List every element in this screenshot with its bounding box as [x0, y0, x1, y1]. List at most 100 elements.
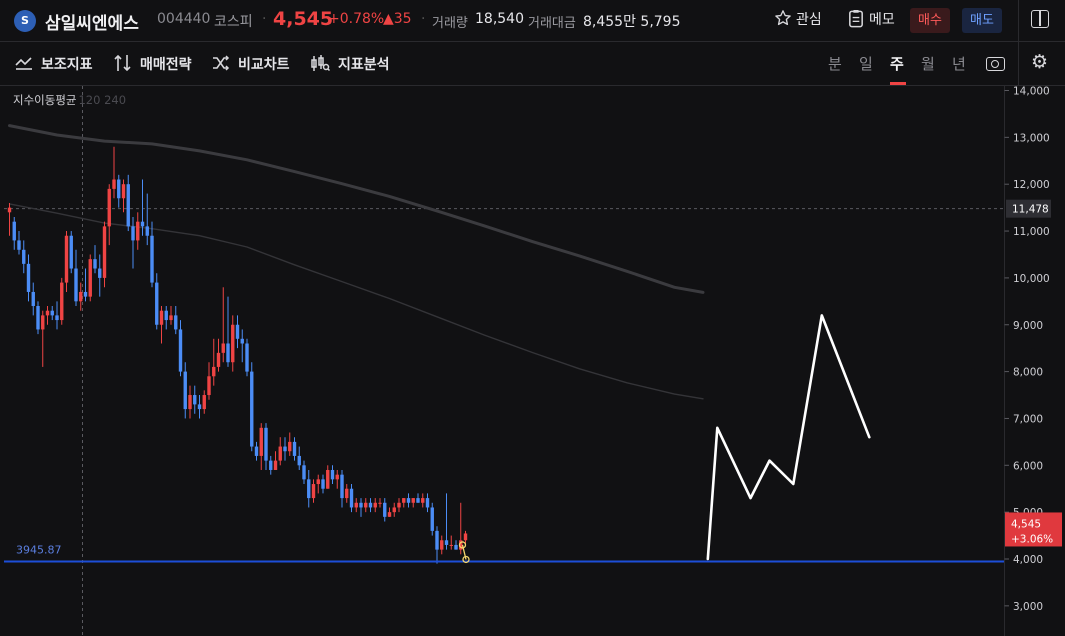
candle-body: [140, 221, 145, 227]
header-separator: ·: [262, 11, 267, 27]
candle-body: [406, 498, 411, 503]
candle: [359, 498, 363, 517]
indicator-legend[interactable]: 지수이동평균 120 240: [13, 92, 126, 108]
watchlist-button[interactable]: 관심: [766, 8, 830, 33]
candle: [88, 254, 92, 302]
candle-body: [17, 240, 21, 250]
candle: [392, 502, 396, 517]
candle-body: [221, 343, 225, 353]
candle: [406, 493, 411, 508]
camera-icon[interactable]: [986, 57, 1005, 71]
strategy-icon: [114, 54, 131, 72]
change-percent: +0.78%: [328, 11, 385, 27]
price-axis: 14,000 13,000 12,000 11,000 10,000 9,000 8,000…: [1004, 86, 1062, 613]
candle: [302, 460, 306, 485]
y-tick-label: 3,000: [1013, 601, 1043, 613]
candle-body: [273, 460, 278, 470]
y-tick-label: 13,000: [1013, 132, 1050, 144]
candle-body: [136, 221, 140, 241]
crosshair-price-label: 11,478: [1012, 204, 1049, 216]
tool-analysis[interactable]: 지표분석: [310, 54, 390, 74]
candle-body: [216, 352, 221, 367]
candle-body: [60, 282, 64, 321]
candle-body: [330, 469, 335, 480]
candle: [69, 231, 73, 274]
candle: [354, 498, 358, 513]
candle-body: [278, 446, 282, 461]
candle: [60, 277, 64, 325]
candle: [273, 451, 278, 470]
candle: [64, 231, 69, 292]
candle-body: [79, 291, 83, 302]
period-day[interactable]: 일: [859, 53, 873, 74]
candle: [83, 268, 88, 302]
memo-label: 메모: [869, 12, 895, 28]
tool-compare[interactable]: 비교차트: [212, 54, 290, 74]
market-name: 코스피: [214, 14, 253, 30]
candle: [150, 221, 154, 288]
compare-icon: [213, 55, 230, 71]
y-tick-label: 11,000: [1013, 226, 1050, 238]
trade-value-label: 거래대금: [528, 16, 576, 31]
candle-body: [335, 474, 339, 480]
candle: [425, 493, 430, 513]
candle-body: [155, 282, 159, 325]
indicator-params: 120 240: [78, 93, 127, 107]
candle: [197, 395, 202, 419]
candle-body: [36, 306, 40, 330]
candle: [216, 338, 221, 372]
current-price: 4,545: [273, 8, 334, 30]
tool-indicators[interactable]: 보조지표: [15, 54, 93, 74]
candle: [202, 390, 206, 414]
change-amount: ▲35: [383, 11, 412, 27]
price-chart[interactable]: 3945.87 14,000 13,000 12,000 11,000 10,000 9,…: [0, 86, 1065, 636]
candle: [316, 474, 320, 494]
candle: [169, 306, 173, 325]
candle-body: [197, 404, 202, 410]
period-month[interactable]: 월: [921, 53, 935, 74]
stock-name[interactable]: 삼일씨엔에스: [45, 9, 139, 34]
candle: [278, 437, 282, 466]
candle: [98, 254, 102, 297]
candle: [368, 498, 373, 513]
gear-icon[interactable]: ⚙: [1031, 51, 1048, 73]
candle: [155, 273, 159, 330]
candle-body: [283, 446, 287, 452]
candle-body: [416, 498, 420, 503]
candle: [449, 535, 453, 550]
candle-body: [359, 502, 363, 508]
candle: [7, 202, 12, 236]
candle: [383, 498, 387, 522]
candle-body: [454, 544, 458, 550]
tool-strategy[interactable]: 매매전략: [114, 54, 192, 74]
period-week[interactable]: 주: [890, 53, 904, 74]
side-panel-toggle-icon[interactable]: [1031, 10, 1049, 28]
candle: [416, 493, 420, 503]
candle: [283, 437, 287, 461]
candle-body: [392, 507, 396, 513]
memo-button[interactable]: 메모: [840, 8, 903, 33]
chart-grid: [4, 86, 1005, 636]
candle-body: [321, 479, 325, 489]
candle-body: [231, 324, 235, 363]
candle: [121, 179, 126, 213]
sell-button[interactable]: 매도: [962, 8, 1002, 33]
buy-button[interactable]: 매수: [910, 8, 950, 33]
candle: [378, 498, 382, 508]
candle: [326, 465, 330, 489]
candle-body: [55, 315, 59, 321]
volume-label: 거래량: [432, 16, 468, 31]
period-minute[interactable]: 분: [828, 53, 842, 74]
stock-code: 004440: [157, 11, 211, 27]
candle-body: [107, 188, 111, 227]
last-price-label: 4,545: [1011, 518, 1041, 530]
candle: [26, 254, 31, 302]
candle-body: [207, 376, 211, 396]
y-tick-label: 14,000: [1013, 86, 1050, 98]
candle: [231, 315, 235, 372]
candle: [245, 338, 249, 377]
candle: [259, 423, 263, 470]
period-year[interactable]: 년: [952, 53, 966, 74]
candle: [131, 216, 135, 269]
tool-label: 지표분석: [338, 57, 390, 73]
